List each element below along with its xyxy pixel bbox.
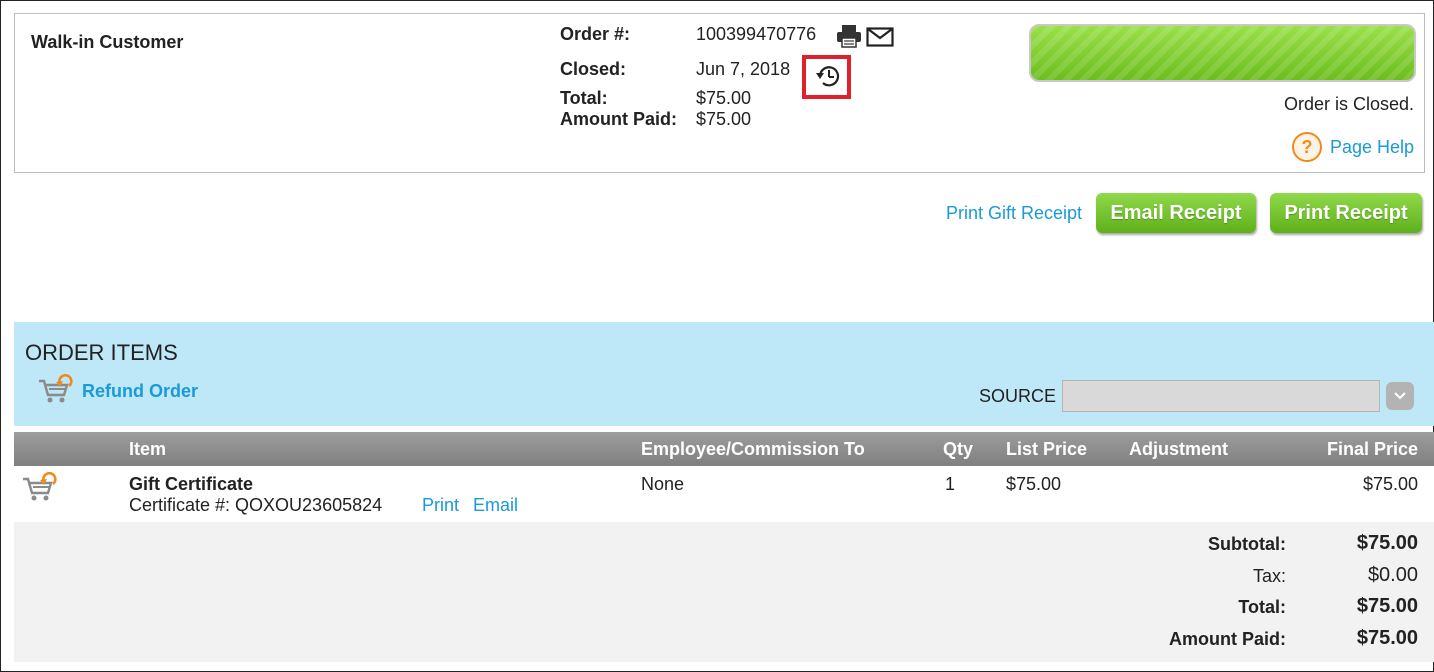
email-receipt-button[interactable]: Email Receipt (1096, 193, 1256, 233)
tax-value: $0.00 (1367, 564, 1418, 586)
source-select[interactable] (1062, 380, 1380, 412)
closed-label: Closed: (560, 59, 627, 79)
col-item: Item (129, 439, 167, 459)
final-price-cell: $75.00 (1362, 474, 1418, 494)
tax-label: Tax: (1252, 566, 1286, 586)
col-final-price: Final Price (1326, 439, 1418, 459)
order-number-label: Order #: (560, 24, 631, 44)
order-items-panel: ORDER ITEMS Refund Order SOURCE (14, 322, 1434, 426)
subtotal-label: Subtotal: (1208, 534, 1286, 554)
order-number: 100399470776 (696, 24, 817, 44)
table-row: Gift Certificate Certificate #: QOXOU236… (14, 466, 1434, 522)
order-items-title: ORDER ITEMS (25, 340, 178, 365)
amount-paid-label: Amount Paid: (560, 109, 677, 129)
col-employee: Employee/Commission To (641, 439, 865, 459)
refund-order-link[interactable]: Refund Order (82, 381, 198, 402)
cart-refund-icon[interactable] (38, 373, 74, 409)
refund-order[interactable]: Refund Order (38, 373, 198, 409)
col-qty: Qty (943, 439, 974, 459)
total-label: Total: (560, 88, 608, 108)
printer-icon[interactable] (836, 24, 862, 53)
item-name: Gift Certificate (129, 474, 254, 494)
amount-paid-value: $75.00 (1356, 627, 1418, 649)
order-status-message: Order is Closed. (1283, 94, 1414, 114)
certificate-print-link[interactable]: Print (422, 495, 459, 516)
order-status-bar (1029, 24, 1416, 82)
print-receipt-button[interactable]: Print Receipt (1270, 193, 1422, 233)
list-price-cell: $75.00 (1006, 474, 1062, 494)
history-icon-highlight (802, 55, 851, 99)
order-total: $75.00 (696, 88, 752, 108)
closed-date: Jun 7, 2018 (696, 59, 791, 79)
envelope-icon[interactable] (866, 27, 894, 52)
certificate-email-link[interactable]: Email (473, 495, 518, 516)
page-help-link[interactable]: Page Help (1330, 137, 1414, 158)
help-icon[interactable]: ? (1291, 132, 1322, 162)
source-dropdown-button[interactable] (1386, 382, 1414, 410)
employee-cell: None (641, 474, 685, 494)
source-label: SOURCE (978, 385, 1056, 406)
chevron-down-icon (1394, 387, 1406, 405)
total-value: $75.00 (1356, 595, 1418, 617)
order-header: Walk-in Customer Order #: 100399470776 C… (14, 13, 1425, 173)
source-filter: SOURCE (979, 380, 1414, 412)
col-adjustment: Adjustment (1129, 439, 1228, 459)
subtotal-value: $75.00 (1356, 532, 1418, 554)
amount-paid-label: Amount Paid: (1169, 629, 1286, 649)
customer-name: Walk-in Customer (31, 32, 184, 52)
order-totals: Subtotal: $75.00 Tax: $0.00 Total: $75.0… (14, 522, 1434, 662)
print-gift-receipt-link[interactable]: Print Gift Receipt (946, 203, 1082, 224)
certificate-number: Certificate #: QOXOU23605824 (129, 495, 383, 515)
qty-cell: 1 (945, 474, 956, 494)
items-table-header: Item Employee/Commission To Qty List Pri… (14, 432, 1434, 466)
order-amount-paid: $75.00 (696, 109, 752, 129)
receipt-actions: Print Gift Receipt Email Receipt Print R… (946, 193, 1422, 233)
col-list-price: List Price (1006, 439, 1088, 459)
total-label: Total: (1238, 597, 1286, 617)
cart-refund-icon[interactable] (22, 471, 58, 507)
page-help[interactable]: ? Page Help (1291, 132, 1414, 162)
